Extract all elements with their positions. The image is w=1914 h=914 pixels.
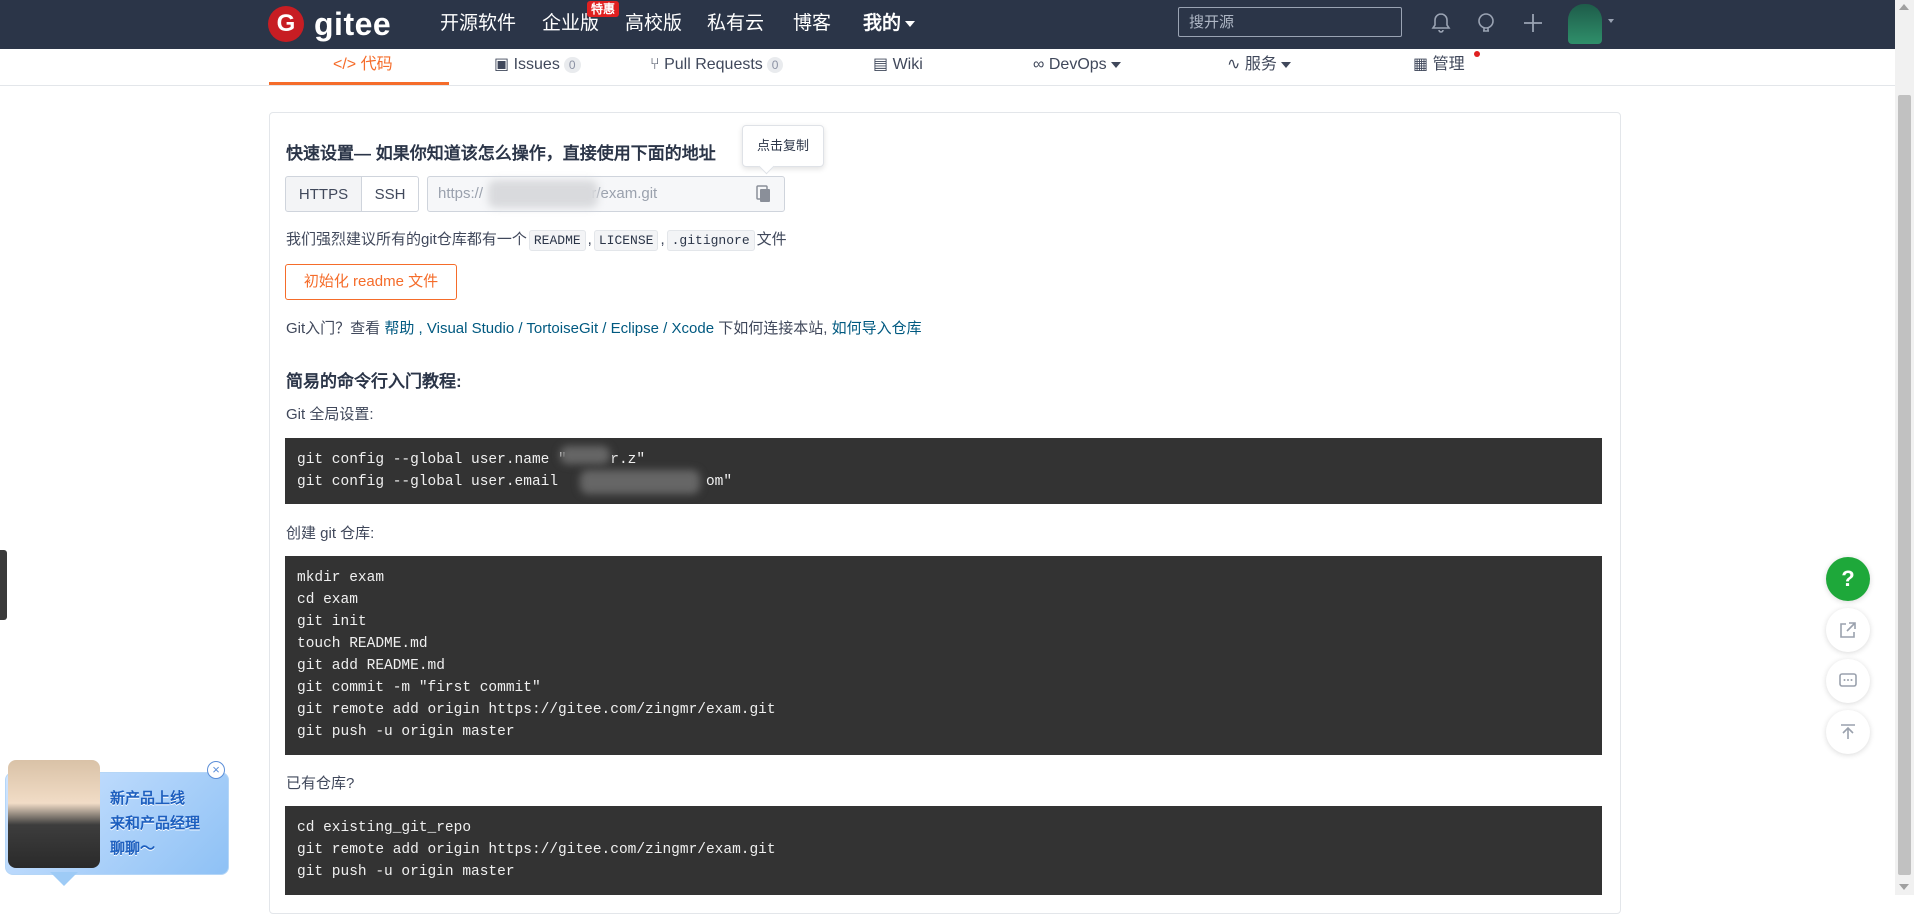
scroll-up-icon[interactable] xyxy=(1899,4,1909,10)
issues-count: 0 xyxy=(563,56,581,73)
ssh-toggle[interactable]: SSH xyxy=(361,176,419,212)
tab-manage[interactable]: ▦ 管理 xyxy=(1413,52,1465,78)
promo-photo xyxy=(8,760,100,868)
tab-services[interactable]: ∿ 服务 xyxy=(1227,52,1291,78)
promo-line-2: 来和产品经理 xyxy=(110,815,201,832)
tab-wiki-label: Wiki xyxy=(892,56,923,73)
global-setup-code: git config --global user.name " r.z" git… xyxy=(285,438,1602,504)
tab-devops-label: DevOps xyxy=(1048,56,1107,73)
lightbulb-icon[interactable] xyxy=(1474,11,1498,35)
tab-pulls-label: Pull Requests xyxy=(664,56,763,73)
redaction-blur xyxy=(560,446,610,464)
help-middle: 下如何连接本站, xyxy=(718,320,828,337)
active-tab-underline xyxy=(269,82,449,85)
quick-setup-title: 快速设置— 如果你知道该怎么操作，直接使用下面的地址 xyxy=(286,144,716,163)
gitee-logo-text: gitee xyxy=(314,5,392,42)
create-repo-code: mkdir exam cd exam git init touch README… xyxy=(285,556,1602,755)
existing-repo-code: cd existing_git_repo git remote add orig… xyxy=(285,806,1602,895)
scrollbar-thumb[interactable] xyxy=(1898,95,1911,875)
global-setup-label: Git 全局设置: xyxy=(286,406,374,423)
chevron-down-icon xyxy=(1280,61,1291,68)
chevron-down-icon xyxy=(1110,61,1121,68)
bell-icon[interactable] xyxy=(1429,11,1453,35)
gitignore-code: .gitignore xyxy=(666,230,755,251)
chevron-down-icon xyxy=(905,20,916,27)
tab-services-label: 服务 xyxy=(1244,56,1277,73)
avatar-chevron-icon[interactable] xyxy=(1608,19,1614,23)
tab-manage-label: 管理 xyxy=(1432,56,1465,73)
repo-url-field[interactable]: https://nr/exam.git xyxy=(427,176,785,212)
copy-tooltip: 点击复制 xyxy=(742,125,824,167)
back-to-top-button[interactable] xyxy=(1826,710,1870,754)
repo-tabs: </> 代码 ▣ Issues 0 ⑂ Pull Requests 0 ▤ Wiki… xyxy=(0,49,1895,86)
copy-icon[interactable] xyxy=(756,185,772,203)
xcode-link[interactable]: Xcode xyxy=(672,320,715,337)
pulls-count: 0 xyxy=(766,56,784,73)
nav-mine-label: 我的 xyxy=(863,13,902,34)
share-icon xyxy=(1840,622,1856,638)
infinity-icon: ∞ xyxy=(1033,56,1045,73)
tab-pull-requests[interactable]: ⑂ Pull Requests 0 xyxy=(650,52,784,78)
tab-issues-label: Issues xyxy=(513,56,560,73)
tab-code[interactable]: </> 代码 xyxy=(333,52,393,78)
tab-devops[interactable]: ∞ DevOps xyxy=(1033,52,1121,78)
settings-doc-icon: ▦ xyxy=(1413,56,1429,73)
search-input[interactable]: 搜开源 xyxy=(1178,7,1402,37)
issues-icon: ▣ xyxy=(494,56,510,73)
nav-private-cloud[interactable]: 私有云 xyxy=(707,10,764,38)
tab-code-label: 代码 xyxy=(360,56,393,73)
nav-university[interactable]: 高校版 xyxy=(625,10,682,38)
feedback-button[interactable] xyxy=(1826,659,1870,703)
avatar[interactable] xyxy=(1568,4,1602,44)
gitee-logo[interactable]: G gitee xyxy=(268,6,391,42)
existing-repo-label: 已有仓库? xyxy=(286,775,355,792)
chat-icon xyxy=(1839,673,1857,687)
promo-tail xyxy=(50,872,78,886)
https-toggle[interactable]: HTTPS xyxy=(285,176,362,212)
recommend-suffix: 文件 xyxy=(756,231,787,248)
recommend-prefix: 我们强烈建议所有的git仓库都有一个 xyxy=(286,231,527,248)
eclipse-link[interactable]: Eclipse xyxy=(611,320,659,337)
tab-wiki[interactable]: ▤ Wiki xyxy=(873,52,923,78)
git-help-line: Git入门？查看 帮助 , Visual Studio / TortoiseGi… xyxy=(286,320,922,337)
help-link[interactable]: 帮助 xyxy=(384,320,414,337)
visual-studio-link[interactable]: Visual Studio xyxy=(427,320,514,337)
promo-text: 新产品上线 来和产品经理 聊聊～ xyxy=(110,786,200,861)
promo-line-1: 新产品上线 xyxy=(110,790,186,807)
arrow-up-icon xyxy=(1841,724,1855,739)
tortoisegit-link[interactable]: TortoiseGit xyxy=(526,320,598,337)
plus-icon[interactable] xyxy=(1521,11,1545,35)
hot-badge: 特惠 xyxy=(587,1,620,17)
readme-code: README xyxy=(528,230,586,251)
side-drawer-handle[interactable] xyxy=(0,550,7,620)
nav-open-source[interactable]: 开源软件 xyxy=(440,10,516,38)
create-repo-label: 创建 git 仓库: xyxy=(286,525,375,542)
init-readme-button[interactable]: 初始化 readme 文件 xyxy=(285,264,457,300)
nav-blog[interactable]: 博客 xyxy=(793,10,831,38)
notification-dot xyxy=(1474,51,1480,57)
nav-mine[interactable]: 我的 xyxy=(863,10,916,38)
promo-line-3: 聊聊～ xyxy=(110,840,156,857)
repo-url-prefix: https:// xyxy=(438,185,484,202)
tutorial-title: 简易的命令行入门教程: xyxy=(286,372,462,391)
license-code: LICENSE xyxy=(593,230,659,251)
recommend-text: 我们强烈建议所有的git仓库都有一个 README, LICENSE, .gitign… xyxy=(286,228,787,251)
code-icon: </> xyxy=(333,56,357,73)
book-icon: ▤ xyxy=(873,56,889,73)
tab-issues[interactable]: ▣ Issues 0 xyxy=(494,52,581,78)
pulse-icon: ∿ xyxy=(1227,56,1241,73)
help-button[interactable]: ? xyxy=(1826,557,1870,601)
help-prefix: Git入门？查看 xyxy=(286,320,381,337)
import-repo-link[interactable]: 如何导入仓库 xyxy=(832,320,922,337)
gitee-logo-icon: G xyxy=(268,6,304,42)
close-icon[interactable]: × xyxy=(207,761,225,779)
pull-request-icon: ⑂ xyxy=(650,56,660,73)
redaction-blur xyxy=(580,470,700,494)
top-navbar: G gitee 开源软件 企业版 特惠 高校版 私有云 博客 我的 搜开源 xyxy=(0,0,1895,49)
scroll-down-icon[interactable] xyxy=(1899,884,1909,890)
redaction-blur xyxy=(488,180,598,208)
share-button[interactable] xyxy=(1826,608,1870,652)
